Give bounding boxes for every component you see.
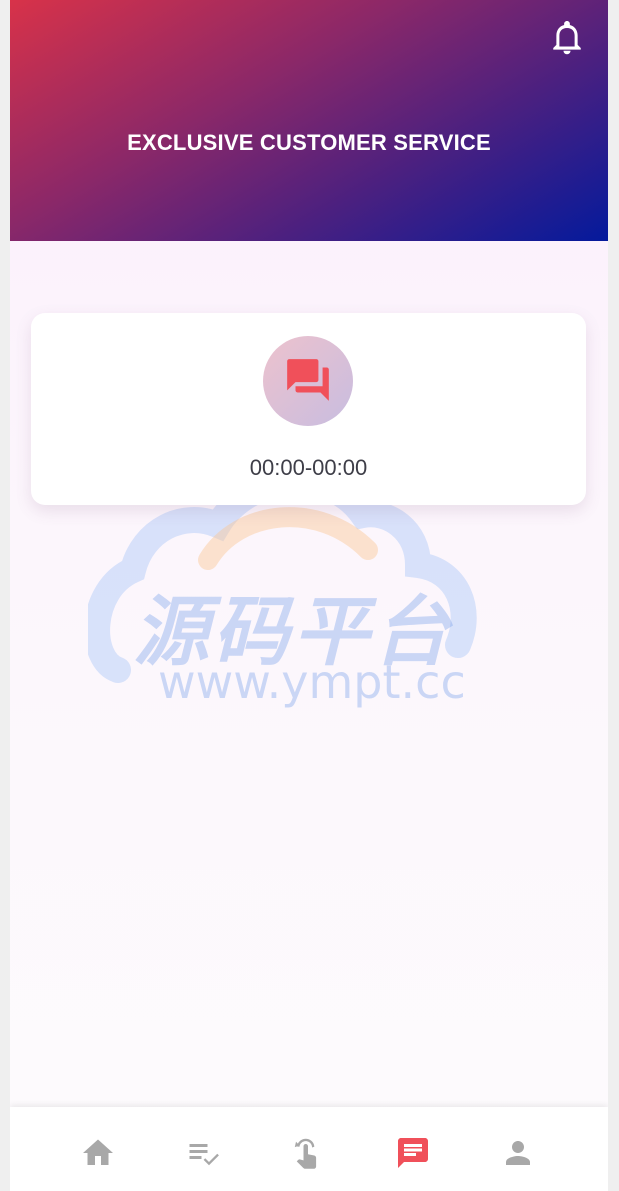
chat-bubbles-icon[interactable]	[263, 336, 353, 426]
task-list-icon[interactable]	[185, 1135, 221, 1171]
header-banner: EXCLUSIVE CUSTOMER SERVICE	[10, 0, 608, 241]
home-icon[interactable]	[80, 1135, 116, 1171]
watermark-url-text: www.ympt.cc	[158, 655, 466, 709]
page-title: EXCLUSIVE CUSTOMER SERVICE	[127, 130, 491, 155]
watermark: 源码平台 www.ympt.cc	[88, 470, 538, 720]
app-screen: EXCLUSIVE CUSTOMER SERVICE 源码平台 www.ympt…	[10, 0, 608, 1191]
service-card: 00:00-00:00	[31, 313, 586, 505]
message-icon[interactable]	[395, 1135, 431, 1171]
bell-icon[interactable]	[552, 20, 582, 56]
watermark-chinese-text: 源码平台	[133, 587, 453, 676]
service-hours: 00:00-00:00	[249, 455, 368, 480]
tap-gesture-icon[interactable]	[290, 1135, 326, 1171]
bottom-tab-bar	[10, 1107, 608, 1191]
profile-icon[interactable]	[500, 1135, 536, 1171]
